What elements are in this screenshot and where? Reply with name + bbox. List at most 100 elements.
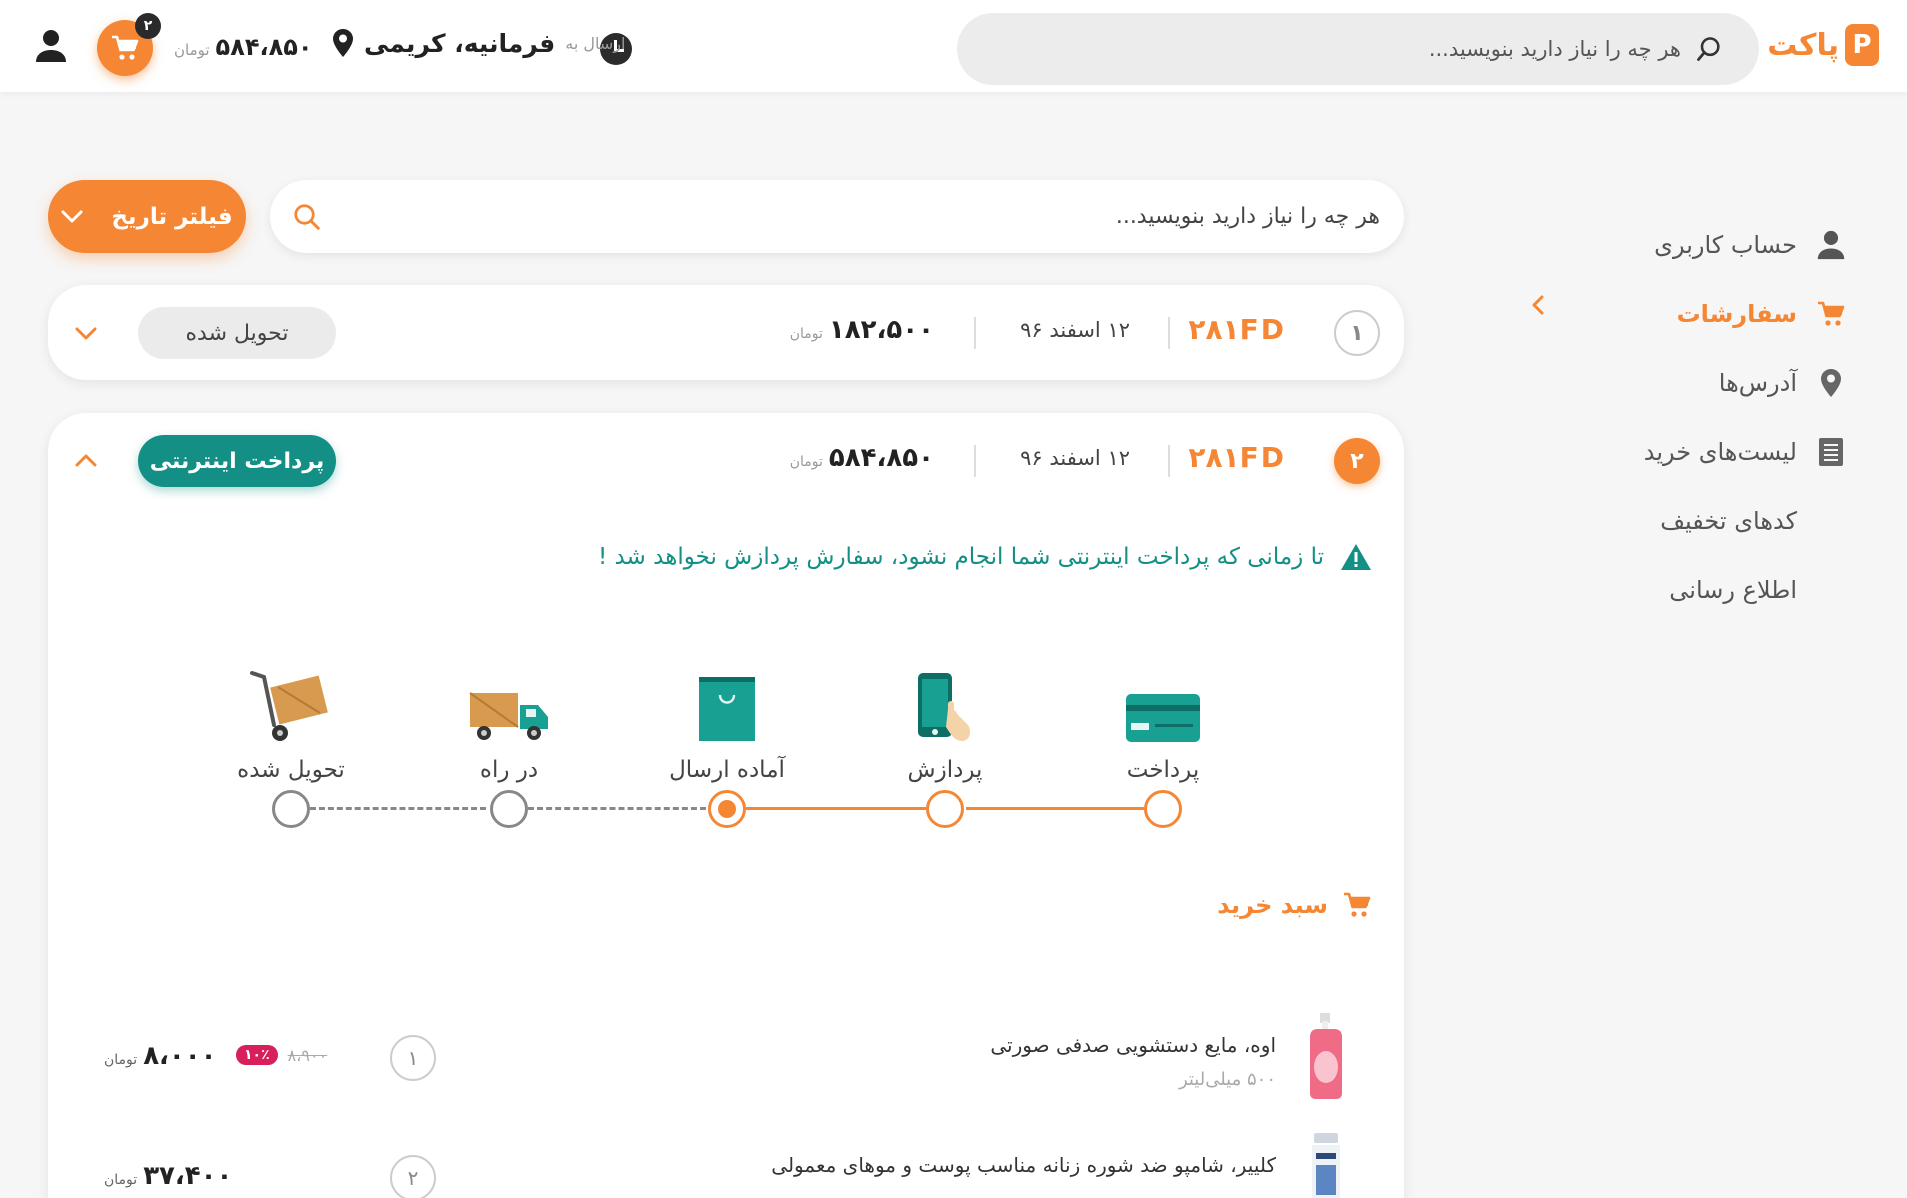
order-price-unit: تومان [789, 326, 823, 342]
cart-icon [112, 35, 139, 60]
discount-badge: ۱۰٪ [236, 1045, 278, 1065]
logo-text: پاکت [1767, 27, 1839, 63]
ship-to-label: ارسال به [565, 33, 626, 53]
sidebar-item-notifications[interactable]: اطلاع رسانی [1527, 555, 1847, 624]
product-name: اوه، مایع دستشویی صدفی صورتی [990, 1033, 1276, 1057]
ship-address[interactable]: فرمانیه، کریمی [364, 29, 555, 58]
chevron-left-icon[interactable] [1527, 293, 1551, 317]
sidebar-item-label: اطلاع رسانی [1669, 575, 1797, 604]
search-icon[interactable] [1695, 35, 1723, 63]
date-filter-label: فیلتر تاریخ [111, 203, 233, 230]
basket-title: سبد خرید [1217, 891, 1372, 919]
pay-online-button[interactable]: پرداخت اینترنتی [138, 435, 336, 487]
order-header[interactable]: ۲ ۲۸۱FD ۱۲ اسفند ۹۶ ۵۸۴،۸۵۰ تومان پرداخت… [48, 413, 1404, 508]
order-date: ۱۲ اسفند ۹۶ [1020, 446, 1130, 470]
order-progress-tracker: پرداخت پردازش آماده ارسال در راه تحویل ش… [48, 653, 1404, 853]
user-icon[interactable] [34, 28, 68, 64]
cart-count-badge: ۲ [135, 13, 161, 39]
product-price-unit: تومان [104, 1052, 138, 1068]
logo[interactable]: P پاکت [1767, 24, 1879, 66]
step-processing: پردازش [860, 653, 1030, 783]
product-price-unit: تومان [104, 1172, 138, 1188]
order-price-unit: تومان [789, 454, 823, 470]
product-price: ۸،۰۰۰ تومان [104, 1041, 217, 1071]
ship-to[interactable]: ارسال به فرمانیه، کریمی [332, 28, 625, 58]
divider [974, 317, 976, 349]
sidebar-item-orders[interactable]: سفارشات [1527, 279, 1847, 348]
step-delivered: تحویل شده [206, 653, 376, 783]
track-line-pending [528, 807, 706, 810]
orders-search-bar [270, 180, 1404, 253]
product-image [1312, 1133, 1340, 1198]
step-dot-processing [926, 790, 964, 828]
sidebar-item-addresses[interactable]: آدرس‌ها [1527, 348, 1847, 417]
basket-title-text: سبد خرید [1217, 891, 1328, 919]
date-filter-button[interactable]: فیلتر تاریخ [48, 180, 246, 253]
location-pin-icon [1815, 367, 1847, 399]
sidebar-item-discount-codes[interactable]: کدهای تخفیف [1527, 486, 1847, 555]
payment-warning: تا زمانی که پرداخت اینترنتی شما انجام نش… [598, 543, 1372, 571]
product-old-price: ۸،۹۰۰ [287, 1045, 328, 1065]
cart-total-unit: تومان [174, 41, 210, 59]
order-header[interactable]: ۱ ۲۸۱FD ۱۲ اسفند ۹۶ ۱۸۲،۵۰۰ تومان تحویل … [48, 285, 1404, 380]
order-card[interactable]: ۱ ۲۸۱FD ۱۲ اسفند ۹۶ ۱۸۲،۵۰۰ تومان تحویل … [48, 285, 1404, 380]
divider [974, 445, 976, 477]
top-bar: P پاکت ارسال به فرمانیه، کریمی ۵۸۴،۸۵۰ ت… [0, 0, 1907, 92]
product-price-amount: ۳۷،۴۰۰ [143, 1161, 233, 1191]
step-label: تحویل شده [237, 757, 345, 783]
sidebar-item-account[interactable]: حساب کاربری [1527, 210, 1847, 279]
sidebar-item-label: لیست‌های خرید [1643, 437, 1797, 466]
step-on-the-way: در راه [424, 653, 594, 783]
status-badge: تحویل شده [138, 307, 336, 359]
shopping-bag-icon [699, 677, 755, 741]
logo-mark: P [1845, 24, 1879, 66]
track-line-pending [310, 807, 486, 810]
step-payment: پرداخت [1078, 653, 1248, 783]
cart-icon [1815, 298, 1847, 330]
sidebar-item-label: کدهای تخفیف [1660, 506, 1797, 535]
divider [1168, 317, 1170, 349]
order-code: ۲۸۱FD [1188, 441, 1286, 474]
product-quantity: ۲ [390, 1155, 436, 1198]
list-icon [1815, 436, 1847, 468]
order-card-expanded: ۲ ۲۸۱FD ۱۲ اسفند ۹۶ ۵۸۴،۸۵۰ تومان پرداخت… [48, 413, 1404, 1198]
step-dot-delivered [272, 790, 310, 828]
chevron-down-icon [61, 210, 83, 222]
sidebar-item-label: سفارشات [1676, 299, 1797, 328]
orders-search-input[interactable] [480, 204, 1380, 229]
order-index: ۱ [1334, 310, 1380, 356]
chevron-down-icon[interactable] [72, 321, 100, 345]
sidebar-item-shopping-lists[interactable]: لیست‌های خرید [1527, 417, 1847, 486]
cart-total-amount: ۵۸۴،۸۵۰ [215, 33, 313, 61]
product-name: کلییر، شامپو ضد شوره زنانه مناسب پوست و … [771, 1153, 1276, 1177]
step-dot-on-the-way [490, 790, 528, 828]
order-date: ۱۲ اسفند ۹۶ [1020, 318, 1130, 342]
step-label: پرداخت [1126, 757, 1200, 783]
order-code: ۲۸۱FD [1188, 313, 1286, 346]
chevron-up-icon[interactable] [72, 449, 100, 473]
step-dot-ready [708, 790, 746, 828]
truck-icon [469, 692, 548, 740]
order-index: ۲ [1334, 438, 1380, 484]
hand-truck-icon [250, 671, 328, 741]
divider [1168, 445, 1170, 477]
product-size: ۵۰۰ میلی‌لیتر [1178, 1069, 1276, 1090]
step-dot-payment [1144, 790, 1182, 828]
step-label: پردازش [907, 757, 983, 783]
warning-icon [1341, 544, 1371, 570]
product-price-amount: ۸،۰۰۰ [143, 1041, 217, 1071]
top-search-input[interactable] [1061, 37, 1681, 61]
track-line-done [746, 807, 926, 810]
order-price-amount: ۱۸۲،۵۰۰ [828, 315, 934, 345]
search-icon[interactable] [292, 202, 322, 232]
basket-item[interactable]: اوه، مایع دستشویی صدفی صورتی ۵۰۰ میلی‌لی… [48, 1011, 1404, 1111]
product-price: ۳۷،۴۰۰ تومان [104, 1161, 232, 1191]
payment-warning-text: تا زمانی که پرداخت اینترنتی شما انجام نش… [597, 544, 1324, 570]
basket-item[interactable]: کلییر، شامپو ضد شوره زنانه مناسب پوست و … [48, 1131, 1404, 1198]
cart-total: ۵۸۴،۸۵۰ تومان [174, 33, 313, 61]
sidebar-item-label: حساب کاربری [1654, 230, 1797, 259]
location-pin-icon [333, 29, 353, 57]
step-label: در راه [479, 757, 539, 783]
cart-icon [1344, 892, 1371, 917]
account-sidebar: حساب کاربری سفارشات آدرس‌ها لیست‌ [1527, 210, 1847, 624]
